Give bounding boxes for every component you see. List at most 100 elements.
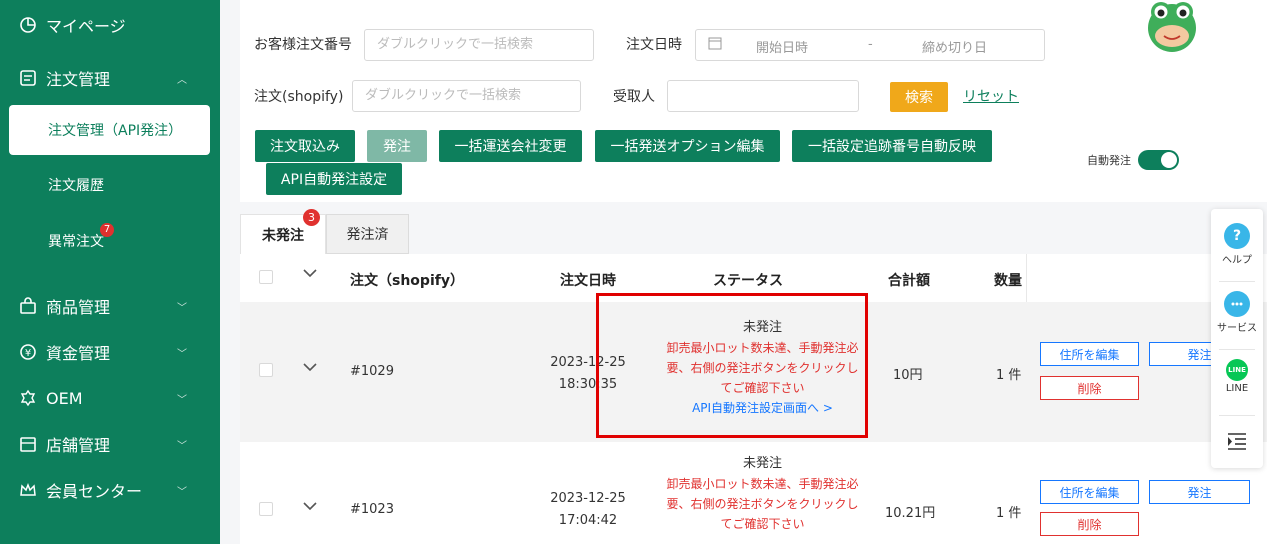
line-label: LINE — [1225, 383, 1249, 394]
recipient-label: 受取人 — [613, 89, 655, 105]
status-warning-line: 要、右側の発注ボタンをクリックし — [666, 497, 859, 511]
indent-menu-icon — [1226, 433, 1248, 454]
bulk-tracking-auto-button[interactable]: 一括設定追跡番号自動反映 — [792, 130, 992, 162]
nav-label: 店舗管理 — [46, 436, 111, 455]
select-all-checkbox[interactable] — [259, 270, 273, 284]
chevron-down-icon: ﹀ — [177, 486, 187, 498]
tab-ordered[interactable]: 発注済 — [326, 214, 409, 254]
status-tabs: 未発注 3 発注済 — [240, 209, 1210, 254]
date-range-picker[interactable]: 開始日時 - 締め切り日 — [695, 29, 1045, 61]
import-orders-button[interactable]: 注文取込み — [255, 130, 355, 162]
yen-coin-icon: ¥ — [18, 342, 38, 362]
row-checkbox[interactable] — [259, 363, 273, 377]
nav-store-management[interactable]: 店舗管理 ﹀ — [0, 421, 220, 467]
bulk-carrier-change-button[interactable]: 一括運送会社変更 — [439, 130, 582, 162]
chevron-down-icon: ﹀ — [177, 394, 187, 406]
header-status: ステータス — [713, 273, 783, 289]
sub-item-api-order[interactable]: 注文管理（API発注） — [9, 105, 210, 155]
nav-product-management[interactable]: 商品管理 ﹀ — [0, 283, 220, 329]
chat-icon — [1224, 291, 1250, 317]
header-order: 注文（shopify） — [350, 273, 464, 289]
list-box-icon — [18, 68, 38, 88]
service-label: サービス — [1217, 323, 1257, 334]
search-button[interactable]: 検索 — [890, 82, 948, 112]
service-button[interactable]: サービス — [1211, 291, 1263, 334]
header-qty: 数量 — [994, 273, 1022, 289]
crown-icon — [18, 480, 38, 500]
row-order-button[interactable]: 発注 — [1149, 480, 1250, 504]
auto-order-toggle[interactable] — [1138, 150, 1179, 170]
abnormal-count-badge: 7 — [100, 223, 114, 237]
date-separator: - — [868, 37, 873, 52]
chevron-down-icon: ﹀ — [177, 348, 187, 360]
bulk-shipping-options-button[interactable]: 一括発送オプション編集 — [595, 130, 780, 162]
pie-chart-icon — [18, 15, 38, 35]
row-expand-chevron-icon[interactable] — [302, 500, 318, 514]
chevron-down-icon: ﹀ — [177, 302, 187, 314]
order-datetime: 2023-12-25 17:04:42 — [550, 491, 626, 528]
reset-link[interactable]: リセット — [963, 86, 1019, 106]
total-amount: 10.21円 — [885, 506, 936, 521]
divider — [1219, 349, 1255, 350]
nav-member-center[interactable]: 会員センター ﹀ — [0, 467, 220, 513]
shopify-order-input[interactable]: ダブルクリックで一括検索 — [352, 80, 581, 112]
edit-address-button[interactable]: 住所を編集 — [1040, 480, 1139, 504]
delete-button[interactable]: 削除 — [1040, 512, 1139, 536]
api-auto-order-settings-button[interactable]: API自動発注設定 — [266, 163, 402, 195]
sub-item-order-history[interactable]: 注文履歴 — [0, 160, 220, 210]
menu-toggle-button[interactable] — [1211, 431, 1263, 454]
line-icon: LINE — [1226, 359, 1248, 381]
sub-item-label: 注文履歴 — [48, 178, 104, 194]
order-number[interactable]: #1029 — [350, 364, 394, 379]
sub-item-label: 注文管理（API発注） — [48, 123, 183, 139]
start-date-input[interactable]: 開始日時 — [756, 37, 808, 56]
sub-item-abnormal-orders[interactable]: 異常注文 7 — [0, 216, 220, 266]
quantity: 1 件 — [996, 506, 1022, 521]
nav-order-management-label: 注文管理 — [46, 70, 111, 89]
nav-order-management[interactable]: 注文管理 ︿ — [0, 55, 220, 101]
status-cell: 未発注 卸売最小ロット数未達、手動発注必 要、右側の発注ボタンをクリックし てご… — [640, 454, 885, 534]
header-total: 合計額 — [888, 273, 930, 289]
line-button[interactable]: LINE LINE — [1211, 359, 1263, 394]
highlight-box — [596, 293, 868, 438]
edit-address-button[interactable]: 住所を編集 — [1040, 342, 1139, 366]
status-warning-line: 卸売最小ロット数未達、手動発注必 — [666, 477, 859, 491]
nav-mypage[interactable]: マイページ — [0, 2, 220, 48]
table-row[interactable]: #1023 2023-12-25 17:04:42 未発注 卸売最小ロット数未達… — [240, 442, 1267, 544]
order-date-label: 注文日時 — [626, 37, 682, 53]
order-number[interactable]: #1023 — [350, 502, 394, 517]
chevron-up-icon: ︿ — [177, 74, 187, 86]
oem-badge-icon — [18, 388, 38, 408]
help-button[interactable]: ? ヘルプ — [1211, 223, 1263, 266]
nav-oem[interactable]: OEM ﹀ — [0, 375, 220, 421]
recipient-input[interactable] — [667, 80, 859, 112]
status-warning-line: てご確認下さい — [720, 517, 805, 531]
quantity: 1 件 — [996, 368, 1022, 383]
row-expand-chevron-icon[interactable] — [302, 361, 318, 375]
tab-label: 未発注 — [262, 227, 304, 244]
shopify-order-label: 注文(shopify) — [254, 89, 344, 105]
order-button[interactable]: 発注 — [367, 130, 427, 162]
row-checkbox[interactable] — [259, 502, 273, 516]
nav-label: 会員センター — [46, 482, 143, 501]
delete-button[interactable]: 削除 — [1040, 376, 1139, 400]
nav-fund-management[interactable]: ¥ 資金管理 ﹀ — [0, 329, 220, 375]
svg-text:¥: ¥ — [25, 348, 31, 359]
end-date-input[interactable]: 締め切り日 — [922, 37, 987, 56]
nav-label: 資金管理 — [46, 344, 111, 363]
customer-order-label: お客様注文番号 — [254, 37, 352, 53]
avatar[interactable] — [1142, 0, 1202, 52]
header-date: 注文日時 — [560, 273, 616, 289]
expand-all-chevron-icon[interactable] — [302, 267, 318, 281]
nav-label: OEM — [46, 388, 83, 408]
sidebar: マイページ 注文管理 ︿ 注文管理（API発注） 注文履歴 異常注文 7 商品管… — [0, 0, 220, 544]
customer-order-input[interactable]: ダブルクリックで一括検索 — [364, 29, 594, 61]
divider — [1219, 415, 1255, 416]
shopping-bag-icon — [18, 296, 38, 316]
chevron-down-icon: ﹀ — [177, 440, 187, 452]
nav-label: 商品管理 — [46, 298, 111, 317]
unordered-count-badge: 3 — [303, 209, 320, 226]
help-label: ヘルプ — [1222, 255, 1252, 266]
store-icon — [18, 434, 38, 454]
total-amount: 10円 — [893, 368, 923, 383]
